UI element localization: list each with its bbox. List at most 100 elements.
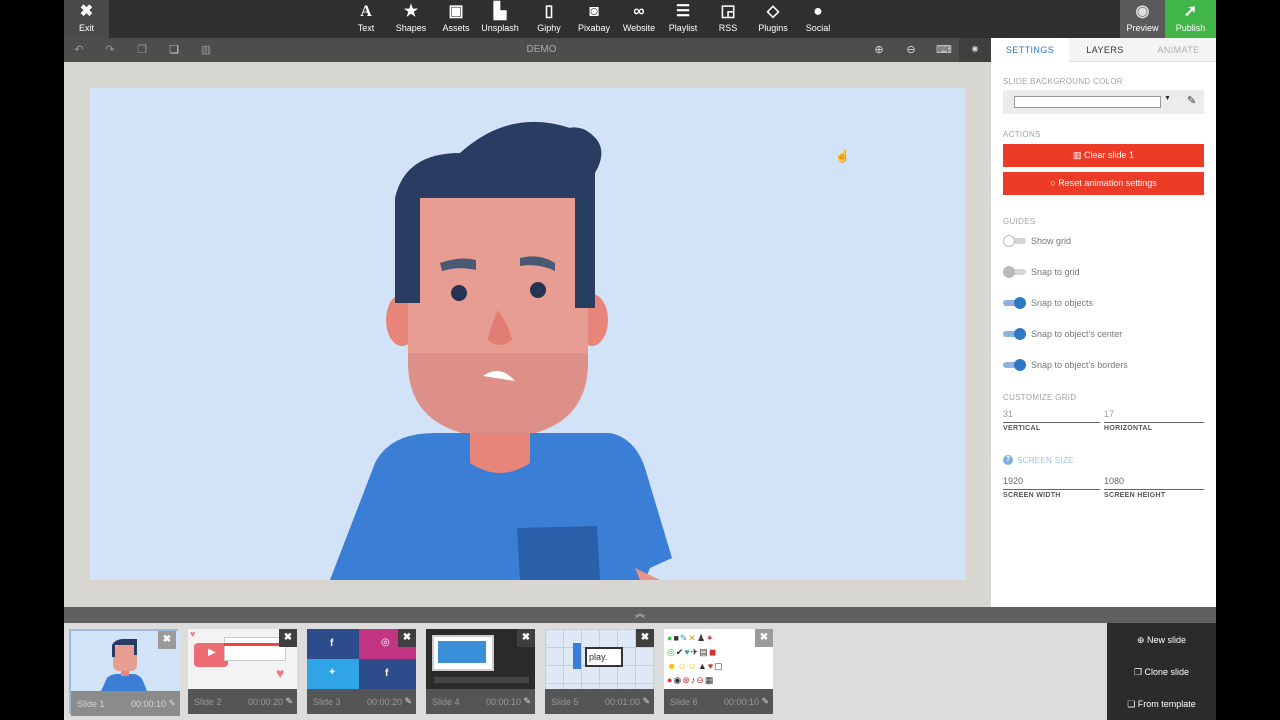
slide-duration: 00:00:20 — [366, 697, 402, 707]
undo-icon[interactable]: ↶ — [72, 43, 86, 57]
guide-label: Snap to object's center — [1031, 329, 1123, 339]
toolbar-assets-button[interactable]: ▣ Assets — [434, 0, 478, 38]
slide-name: Slide 1 — [77, 699, 105, 709]
toolbar-pixabay-button[interactable]: ◙ Pixabay — [572, 0, 616, 38]
guides-label: GUIDES — [1003, 217, 1036, 226]
slide-name: Slide 4 — [432, 697, 460, 707]
slide-thumbnail-2[interactable]: ▶ ♥ ♥ Slide 2 00:00:20 ✎ ✖ — [188, 629, 297, 714]
slide5-logo: play. — [589, 652, 608, 662]
tab-animate[interactable]: ANIMATE — [1141, 38, 1216, 62]
reset-animation-button[interactable]: ○ Reset animation settings — [1003, 172, 1204, 195]
toolbar-unsplash-button[interactable]: ▙ Unsplash — [475, 0, 525, 38]
pencil-icon[interactable]: ✎ — [168, 698, 176, 709]
copy-icon[interactable]: ❐ — [135, 43, 149, 57]
divider — [1104, 489, 1204, 490]
guide-label: Show grid — [1031, 236, 1072, 246]
preview-button[interactable]: ◉ Preview — [1120, 0, 1165, 38]
grid-horizontal-label: HORIZONTAL — [1104, 425, 1153, 432]
pencil-icon[interactable]: ✎ — [285, 696, 293, 707]
delete-slide-button[interactable]: ✖ — [517, 629, 535, 647]
pencil-icon[interactable]: ✎ — [523, 696, 531, 707]
divider — [1003, 489, 1100, 490]
toggle-switch[interactable] — [1003, 328, 1026, 340]
bg-color-picker[interactable]: ▼ ✎ — [1003, 90, 1204, 114]
facebook-icon: f — [330, 638, 334, 649]
exit-button[interactable]: ✖ Exit — [64, 0, 109, 38]
screen-height-input[interactable]: 1080 — [1104, 476, 1124, 486]
publish-button[interactable]: ➚ Publish — [1165, 0, 1216, 38]
toggle-switch[interactable] — [1003, 235, 1026, 247]
toolbar-giphy-button[interactable]: ▯ Giphy — [527, 0, 571, 38]
toolbar-rss-button[interactable]: ◲ RSS — [706, 0, 750, 38]
slide-duration: 00:00:10 — [723, 697, 759, 707]
bg-color-label: SLIDE BACKGROUND COLOR — [1003, 77, 1123, 86]
delete-slide-button[interactable]: ✖ — [636, 629, 654, 647]
trash-icon[interactable]: ▥ — [199, 43, 213, 57]
actions-label: ACTIONS — [1003, 130, 1041, 139]
slide-thumbnail-3[interactable]: f ◎ ✦ f Slide 3 00:00:20 ✎ ✖ — [307, 629, 416, 714]
delete-slide-button[interactable]: ✖ — [398, 629, 416, 647]
screen-height-label: SCREEN HEIGHT — [1104, 492, 1166, 499]
plus-icon: ⊕ — [1136, 635, 1148, 645]
toolbar-playlist-button[interactable]: ☰ Playlist — [661, 0, 705, 38]
from-template-button[interactable]: ❏ From template — [1107, 688, 1216, 720]
from-template-label: From template — [1137, 699, 1196, 709]
character-illustration[interactable] — [90, 88, 965, 580]
presentation-title: DEMO — [526, 44, 557, 55]
clone-slide-label: Clone slide — [1144, 667, 1190, 677]
tab-layers[interactable]: LAYERS — [1069, 38, 1141, 62]
pencil-icon[interactable]: ✎ — [761, 696, 769, 707]
banner-line — [224, 643, 286, 646]
zoom-out-icon[interactable]: ⊖ — [904, 43, 918, 57]
paste-icon[interactable]: ❏ — [167, 43, 181, 57]
toolbar-shapes-button[interactable]: ★ Shapes — [389, 0, 433, 38]
preview-label: Preview — [1126, 23, 1159, 33]
slide-thumbnail-5[interactable]: play. Slide 5 00:01:00 ✎ ✖ — [545, 629, 654, 714]
toggle-switch[interactable] — [1003, 266, 1026, 278]
keyboard-icon[interactable]: ⌨ — [936, 43, 952, 57]
toolbar-label: Text — [357, 23, 375, 33]
slide-thumbnail-6[interactable]: ●■✎✕♟✶ ◎✔♥✈▤◼ ☻☺☺▲♥▢ ●◉⊗♪⊖▦ Slide 6 00:0… — [664, 629, 773, 714]
slides-drawer-handle[interactable]: ︽ — [64, 607, 1216, 623]
pencil-icon[interactable]: ✎ — [642, 696, 650, 707]
clear-slide-button[interactable]: ▥ Clear slide 1 — [1003, 144, 1204, 167]
redo-icon[interactable]: ↷ — [103, 43, 117, 57]
toolbar-label: Website — [622, 23, 656, 33]
tab-settings[interactable]: SETTINGS — [991, 38, 1069, 63]
slide-thumbnail-1[interactable]: Slide 1 00:00:10 ✎ ✖ — [69, 629, 180, 716]
close-icon: ✖ — [79, 3, 94, 20]
toggle-switch[interactable] — [1003, 359, 1026, 371]
grid-vertical-input[interactable]: 31 — [1003, 409, 1013, 419]
eyedropper-icon[interactable]: ✎ — [1187, 94, 1196, 107]
slide-name: Slide 2 — [194, 697, 222, 707]
rss-icon: ◲ — [720, 3, 736, 20]
chevron-down-icon[interactable]: ▼ — [1164, 95, 1171, 102]
delete-slide-button[interactable]: ✖ — [755, 629, 773, 647]
divider — [1003, 422, 1100, 423]
pencil-icon[interactable]: ✎ — [404, 696, 412, 707]
settings-button[interactable]: ✷ — [959, 38, 991, 62]
play-icon: ▶ — [208, 647, 216, 658]
slide-stage[interactable]: ☝ — [90, 88, 965, 580]
color-swatch[interactable] — [1014, 96, 1161, 108]
screen-width-input[interactable]: 1920 — [1003, 476, 1023, 486]
toolbar-website-button[interactable]: ∞ Website — [617, 0, 661, 38]
heart-icon: ♥ — [276, 665, 285, 681]
zoom-in-icon[interactable]: ⊕ — [872, 43, 886, 57]
clone-slide-button[interactable]: ❐ Clone slide — [1107, 656, 1216, 688]
help-icon[interactable]: ? — [1003, 455, 1013, 465]
text-icon: A — [360, 3, 372, 20]
toolbar-text-button[interactable]: A Text — [344, 0, 388, 38]
toolbar-plugins-button[interactable]: ◇ Plugins — [751, 0, 795, 38]
toolbar-label: Playlist — [668, 23, 698, 33]
guide-label: Snap to object's borders — [1031, 360, 1128, 370]
grid-horizontal-input[interactable]: 17 — [1104, 409, 1114, 419]
panel-tabs: SETTINGS LAYERS ANIMATE — [991, 38, 1216, 63]
slide-thumbnail-4[interactable]: Slide 4 00:00:10 ✎ ✖ — [426, 629, 535, 714]
delete-slide-button[interactable]: ✖ — [279, 629, 297, 647]
delete-slide-button[interactable]: ✖ — [158, 631, 176, 649]
toggle-switch[interactable] — [1003, 297, 1026, 309]
new-slide-button[interactable]: ⊕ New slide — [1107, 624, 1216, 656]
toolbar-social-button[interactable]: ● Social — [796, 0, 840, 38]
clear-slide-label: Clear slide 1 — [1083, 150, 1135, 160]
